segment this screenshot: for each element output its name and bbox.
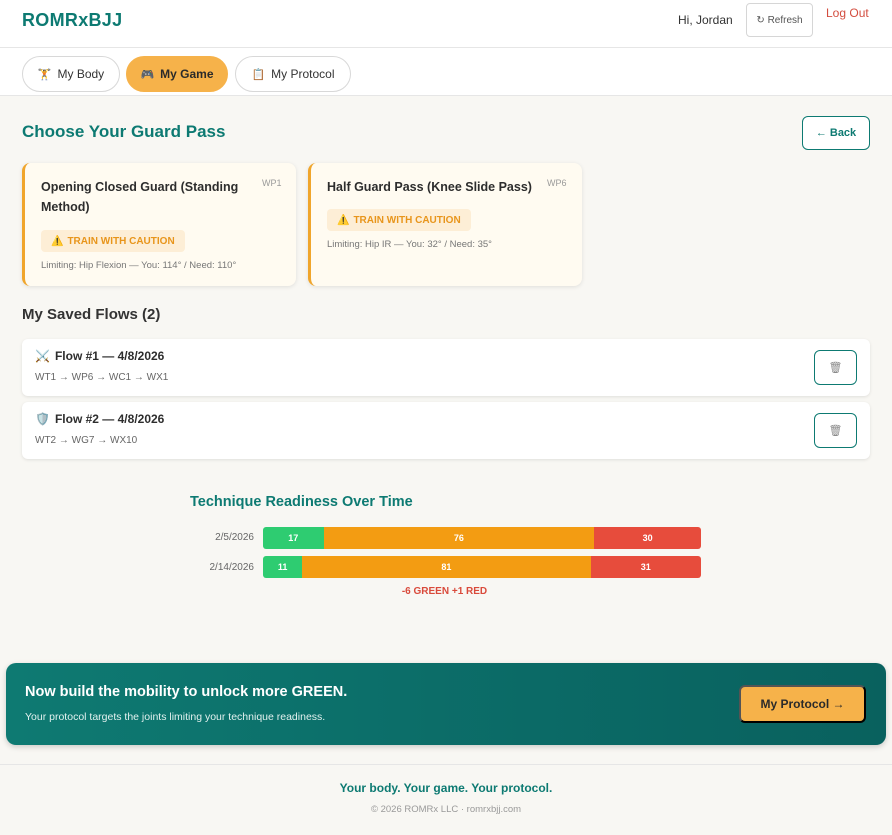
saved-flows-title: My Saved Flows (2) [22, 306, 161, 323]
back-button[interactable]: ← Back [802, 116, 870, 150]
readiness-bar: 17 76 30 [263, 527, 701, 549]
readiness-date: 2/14/2026 [209, 562, 255, 573]
green-segment: 11 [263, 556, 303, 578]
readiness-title: Technique Readiness Over Time [190, 494, 413, 510]
shield-icon: 🛡️ [35, 412, 50, 426]
orange-segment: 76 [323, 527, 595, 549]
trash-icon: 🗑 [828, 425, 843, 437]
flow-name: 🛡️ Flow #2 — 4/8/2026 [35, 412, 164, 426]
badge-label: TRAIN WITH CAUTION [67, 235, 175, 247]
tab-bar: 🏋 My Body 🎮 My Game 📋 My Protocol [0, 48, 892, 96]
red-segment: 31 [590, 556, 701, 578]
red-segment: 30 [594, 527, 701, 549]
cta-title: Now build the mobility to unlock more GR… [25, 684, 348, 700]
warning-icon: ⚠️ [337, 214, 350, 226]
tab-my-protocol[interactable]: 📋 My Protocol [235, 56, 351, 92]
weightlifter-icon: 🏋 [37, 68, 52, 81]
pass-title: Half Guard Pass (Knee Slide Pass) [327, 180, 532, 194]
tab-label: My Game [160, 67, 214, 81]
flow-card[interactable]: ⚔️ Flow #1 — 4/8/2026 WT1 → WP6 → WC1 → … [22, 339, 870, 396]
flow-path: WT1 → WP6 → WC1 → WX1 [35, 372, 169, 383]
page-title: Choose Your Guard Pass [22, 122, 226, 141]
badge-label: TRAIN WITH CAUTION [353, 214, 461, 226]
flow-name-label: Flow #2 — 4/8/2026 [54, 412, 165, 426]
gamepad-icon: 🎮 [140, 68, 155, 81]
flow-name: ⚔️ Flow #1 — 4/8/2026 [35, 349, 164, 363]
cta-subtitle: Your protocol targets the joints limitin… [25, 711, 326, 723]
footer-copyright: © 2026 ROMRx LLC · romrxbjj.com [370, 804, 522, 815]
flow-path: WT2 → WG7 → WX10 [35, 435, 138, 446]
tab-my-game[interactable]: 🎮 My Game [126, 56, 228, 92]
brand-logo[interactable]: ROMRxBJJ [22, 10, 122, 31]
warning-icon: ⚠️ [51, 235, 64, 247]
readiness-bar: 11 81 31 [263, 556, 701, 578]
caution-badge: ⚠️ TRAIN WITH CAUTION [41, 230, 185, 252]
pass-title: Opening Closed Guard (Standing Method) [41, 180, 239, 214]
footer: Your body. Your game. Your protocol. © 2… [0, 764, 892, 835]
top-bar: ROMRxBJJ Hi, Jordan ↻ Refresh Log Out [0, 0, 892, 48]
limiting-text: Limiting: Hip Flexion — You: 114° / Need… [41, 260, 237, 271]
delete-flow-button[interactable]: 🗑 [814, 350, 857, 385]
trash-icon: 🗑 [828, 362, 843, 374]
refresh-button[interactable]: ↻ Refresh [746, 3, 813, 37]
orange-segment: 81 [302, 556, 591, 578]
caution-badge: ⚠️ TRAIN WITH CAUTION [327, 209, 471, 231]
pass-code: WP1 [262, 178, 282, 188]
user-greeting: Hi, Jordan [678, 13, 733, 27]
tab-my-body[interactable]: 🏋 My Body [22, 56, 120, 92]
green-segment: 17 [263, 527, 324, 549]
crossed-swords-icon: ⚔️ [35, 349, 50, 363]
limiting-text: Limiting: Hip IR — You: 32° / Need: 35° [327, 239, 492, 250]
my-protocol-button[interactable]: My Protocol → [739, 685, 866, 723]
readiness-date: 2/5/2026 [215, 532, 254, 543]
footer-tagline: Your body. Your game. Your protocol. [339, 781, 553, 795]
flow-card[interactable]: 🛡️ Flow #2 — 4/8/2026 WT2 → WG7 → WX10 🗑 [22, 402, 870, 459]
delete-flow-button[interactable]: 🗑 [814, 413, 857, 448]
clipboard-icon: 📋 [251, 68, 266, 81]
tab-label: My Protocol [271, 67, 335, 81]
flow-name-label: Flow #1 — 4/8/2026 [54, 349, 165, 363]
protocol-cta-banner: Now build the mobility to unlock more GR… [6, 663, 886, 745]
logout-link[interactable]: Log Out [826, 6, 869, 20]
pass-card-wp6[interactable]: Half Guard Pass (Knee Slide Pass) WP6 ⚠️… [308, 163, 582, 286]
pass-code: WP6 [547, 178, 567, 188]
pass-card-wp1[interactable]: Opening Closed Guard (Standing Method) W… [22, 163, 296, 286]
readiness-delta: -6 GREEN +1 RED [401, 586, 488, 597]
tab-label: My Body [57, 67, 105, 81]
